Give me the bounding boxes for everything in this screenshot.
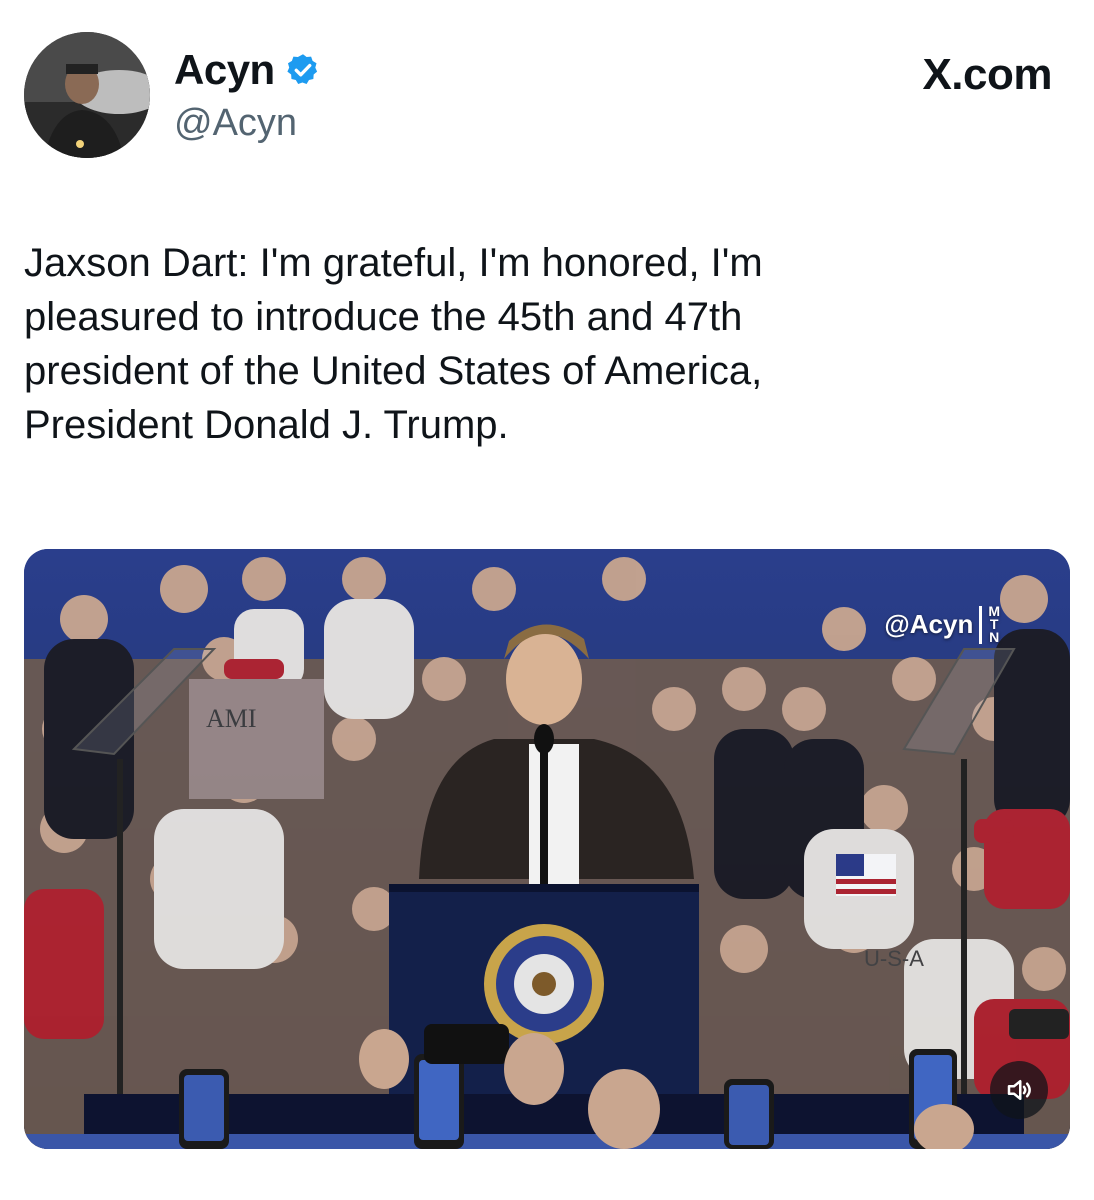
post-text: Jaxson Dart: I'm grateful, I'm honored, … bbox=[24, 241, 763, 447]
brand-label: X.com bbox=[922, 50, 1052, 99]
mute-toggle-button[interactable] bbox=[990, 1061, 1048, 1119]
name-row: Acyn bbox=[174, 46, 321, 94]
post-header: Acyn @Acyn X.com bbox=[24, 32, 1070, 162]
verified-badge-icon bbox=[285, 52, 321, 88]
watermark-letter: N bbox=[989, 629, 1000, 645]
crowd-sign-text: AMI bbox=[206, 704, 257, 733]
watermark-handle: @Acyn bbox=[884, 609, 974, 639]
handle[interactable]: @Acyn bbox=[174, 102, 297, 145]
flag-graphic bbox=[836, 854, 896, 896]
watermark-divider bbox=[979, 605, 983, 644]
avatar[interactable] bbox=[24, 32, 150, 158]
display-name[interactable]: Acyn bbox=[174, 46, 275, 94]
avatar-image bbox=[24, 32, 150, 158]
video-watermark: @Acyn M T N bbox=[884, 604, 1000, 645]
speaker-icon bbox=[1007, 1080, 1031, 1100]
shirt-text: U-S-A bbox=[864, 946, 924, 971]
watermark-logo: M T N bbox=[988, 604, 1000, 645]
post-media-video[interactable]: AMI U-S-A @Acyn M T N bbox=[24, 549, 1070, 1149]
